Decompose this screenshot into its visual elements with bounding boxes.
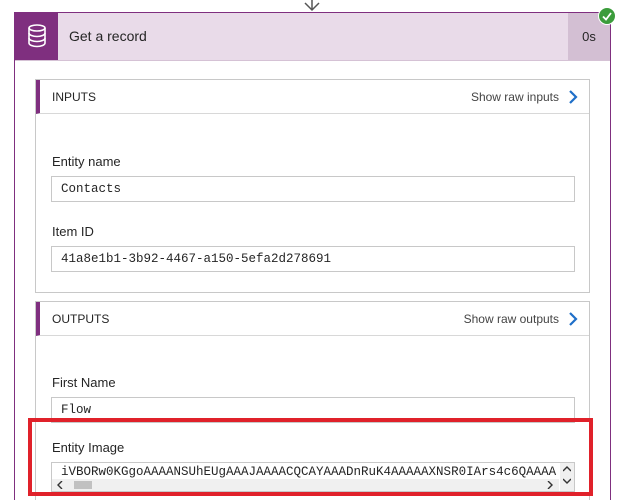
- outputs-section-title: OUTPUTS: [52, 312, 110, 326]
- horizontal-scrollbar[interactable]: [52, 479, 559, 491]
- inputs-section: INPUTS Show raw inputs Entity name Conta…: [35, 79, 590, 293]
- entity-name-label: Entity name: [52, 154, 121, 169]
- chevron-right-icon[interactable]: [567, 311, 579, 327]
- scroll-right-icon[interactable]: [546, 481, 554, 489]
- entity-name-value: Contacts: [51, 176, 575, 202]
- scroll-up-icon[interactable]: [563, 465, 571, 472]
- show-raw-outputs-link[interactable]: Show raw outputs: [464, 312, 559, 326]
- action-card-get-a-record: Get a record 0s INPUTS Show raw inputs E…: [14, 12, 611, 500]
- action-icon-box: [15, 13, 58, 60]
- item-id-label: Item ID: [52, 224, 94, 239]
- inputs-section-title: INPUTS: [52, 90, 97, 104]
- vertical-scrollbar[interactable]: [560, 463, 574, 491]
- database-icon: [28, 24, 46, 48]
- action-card-header[interactable]: Get a record 0s: [15, 13, 610, 61]
- entity-image-label: Entity Image: [52, 440, 125, 455]
- horizontal-scroll-thumb[interactable]: [74, 481, 92, 489]
- first-name-label: First Name: [52, 375, 116, 390]
- outputs-section-header: OUTPUTS Show raw outputs: [36, 302, 589, 336]
- connector-arrow-icon: [304, 0, 320, 12]
- scroll-down-icon[interactable]: [563, 478, 571, 485]
- flow-run-view: Get a record 0s INPUTS Show raw inputs E…: [0, 0, 625, 500]
- item-id-value: 41a8e1b1-3b92-4467-a150-5efa2d278691: [51, 246, 575, 272]
- show-raw-inputs-link[interactable]: Show raw inputs: [471, 90, 559, 104]
- inputs-section-header: INPUTS Show raw inputs: [36, 80, 589, 114]
- first-name-value: Flow: [51, 397, 575, 423]
- chevron-right-icon[interactable]: [567, 89, 579, 105]
- entity-image-value: iVBORw0KGgoAAAANSUhEUgAAAJAAAACQCAYAAADn…: [61, 465, 557, 479]
- success-status-badge: [598, 7, 616, 25]
- action-card-title: Get a record: [69, 28, 147, 44]
- entity-image-value-box[interactable]: iVBORw0KGgoAAAANSUhEUgAAAJAAAACQCAYAAADn…: [51, 462, 575, 492]
- outputs-section: OUTPUTS Show raw outputs First Name Flow…: [35, 301, 590, 500]
- check-circle-icon: [602, 12, 612, 21]
- scroll-left-icon[interactable]: [56, 481, 64, 489]
